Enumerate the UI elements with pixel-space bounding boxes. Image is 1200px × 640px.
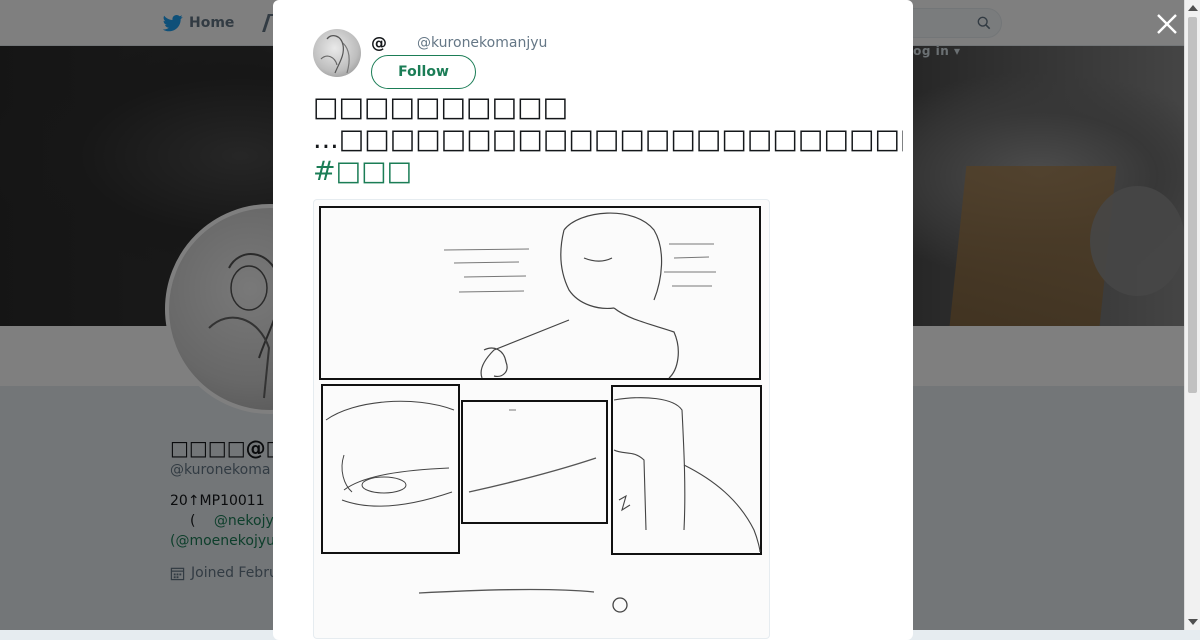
tweet-author-handle[interactable]: @kuronekomanjyu [417, 35, 547, 51]
scroll-down-icon[interactable] [1188, 619, 1198, 625]
sketch-panel-1 [319, 206, 761, 380]
sketch-circle [612, 597, 628, 613]
tweet-author-name[interactable]: @ [371, 33, 387, 52]
tweet-text: □□□□□□□□□□ ...□□□□□□□□□□□□□□□□□□□□□□□□□□… [313, 92, 903, 188]
scroll-up-icon[interactable] [1188, 5, 1198, 11]
close-icon[interactable] [1154, 11, 1180, 37]
page-scrollbar[interactable] [1184, 0, 1200, 630]
storyboard-sketch [319, 206, 762, 613]
sketch-eye [325, 400, 455, 507]
tweet-hashtag[interactable]: #□□□ [313, 156, 903, 188]
tweet-media-image[interactable] [313, 199, 770, 639]
scrollbar-thumb[interactable] [1188, 17, 1197, 393]
sketch-figure [613, 397, 761, 553]
follow-button[interactable]: Follow [371, 55, 476, 89]
sketch-bottom-stroke [418, 588, 595, 594]
tweet-modal: @ @kuronekomanjyu Follow □□□□□□□□□□ ...□… [273, 0, 913, 640]
tweet-text-line-1: □□□□□□□□□□ [313, 92, 569, 123]
tweet-text-line-2: ...□□□□□□□□□□□□□□□□□□□□□□□□□□□□□□□□□□□□□… [313, 124, 903, 155]
author-avatar-sketch [320, 35, 350, 74]
tweet-author-avatar[interactable] [313, 29, 361, 77]
sketch-stroke [468, 457, 597, 493]
sketch-speed-lines [443, 243, 716, 293]
sketch-character [480, 212, 679, 379]
sketch-panel-4 [611, 385, 762, 555]
